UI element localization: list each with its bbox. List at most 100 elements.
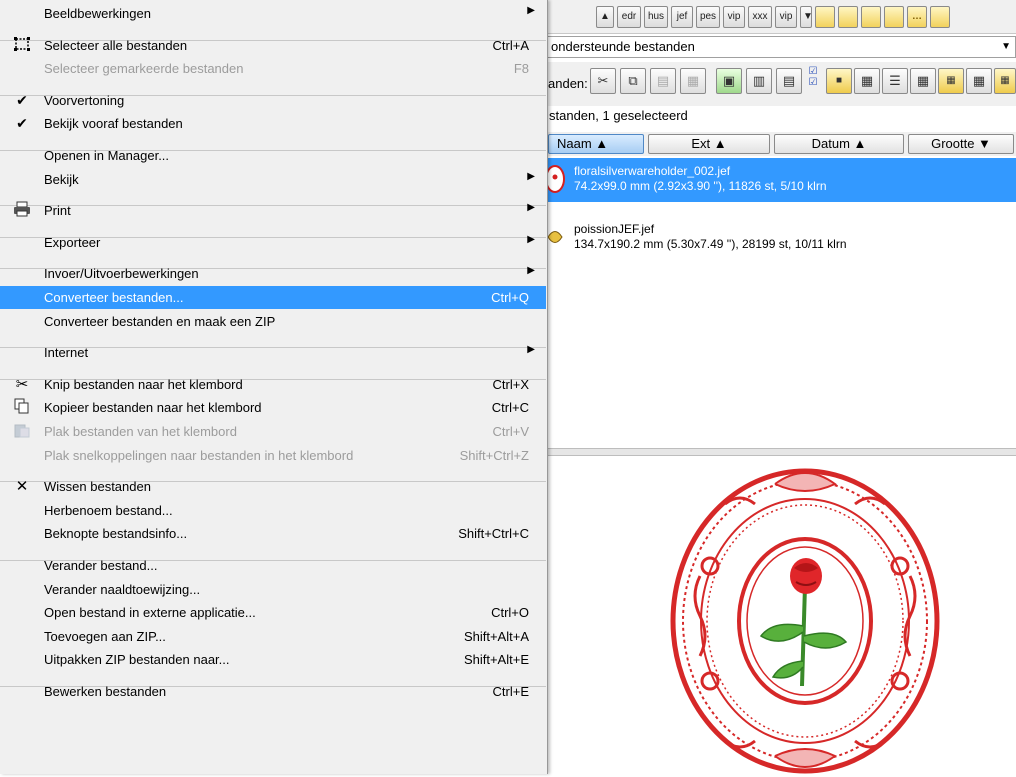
menu-item-voorvertoning[interactable]: ✔ Voorvertoning [0, 89, 546, 112]
file-row[interactable]: floralsilverwareholder_002.jef 74.2x99.0… [540, 158, 1016, 202]
menu-item-uitpakken-zip-bestanden-naar[interactable]: Uitpakken ZIP bestanden naar... Shift+Alt… [0, 648, 546, 671]
file-list: floralsilverwareholder_002.jef 74.2x99.0… [540, 158, 1016, 448]
menu-item-kopieer-bestanden-naar-het-klembord[interactable]: Kopieer bestanden naar het klembord Ctrl+… [0, 396, 546, 419]
format-button[interactable] [930, 6, 950, 28]
menu-item-toevoegen-aan-zip[interactable]: Toevoegen aan ZIP... Shift+Alt+A [0, 625, 546, 648]
menu-item-open-bestand-in-externe-applicatie[interactable]: Open bestand in externe applicatie... Ctr… [0, 601, 546, 624]
copy-icon [12, 398, 32, 417]
menu-item-label: Open bestand in externe applicatie... [44, 605, 256, 621]
submenu-arrow-icon: ▶ [527, 170, 535, 182]
format-button[interactable]: edr [617, 6, 641, 28]
menu-item-shortcut: Ctrl+A [492, 37, 529, 53]
file-info-button[interactable]: ▥ [746, 68, 772, 94]
menu-item-shortcut: Ctrl+C [491, 400, 529, 416]
submenu-arrow-icon: ▶ [527, 202, 535, 214]
file-row[interactable]: poissionJEF.jef 134.7x190.2 mm (5.30x7.4… [540, 216, 1016, 260]
menu-item-label: Bewerken bestanden [44, 684, 167, 699]
menu-item-internet[interactable]: Internet ▶ [0, 341, 546, 364]
format-button[interactable]: hus [644, 6, 668, 28]
submenu-arrow-icon: ▶ [527, 233, 535, 245]
format-button[interactable]: jef [671, 6, 693, 28]
menu-item-exporteer[interactable]: Exporteer ▶ [0, 231, 546, 254]
column-naam[interactable]: Naam ▲ [548, 134, 644, 154]
scissors-icon: ✂ [15, 375, 29, 393]
paste-icon [12, 422, 32, 441]
format-button[interactable] [861, 6, 881, 28]
menu-item-wissen-bestanden[interactable]: ✕ Wissen bestanden [0, 475, 546, 498]
view-large-grid-button[interactable]: ▦ [966, 68, 992, 94]
menu-item-openen-in-manager[interactable]: Openen in Manager... [0, 144, 546, 167]
file-info: 74.2x99.0 mm (2.92x3.90 ''), 11826 st, 5… [574, 179, 827, 193]
menu-item-label: Selecteer gemarkeerde bestanden [44, 61, 244, 77]
paste-button[interactable]: ▤ [650, 68, 676, 94]
menu-item-label: Plak bestanden van het klembord [44, 424, 237, 439]
menu-item-label: Verander naaldtoewijzing... [44, 581, 201, 597]
menu-item-label: Plak snelkoppelingen naar bestanden in h… [44, 447, 354, 463]
menu-item-print[interactable]: Print ▶ [0, 199, 546, 222]
format-button[interactable]: xxx [748, 6, 772, 28]
menu-item-label: Beknopte bestandsinfo... [44, 526, 188, 542]
menu-item-converteer-bestanden[interactable]: Converteer bestanden... Ctrl+Q [0, 286, 546, 309]
column-ext[interactable]: Ext ▲ [648, 134, 770, 154]
format-button[interactable]: vip [775, 6, 797, 28]
menu-item-converteer-bestanden-en-maak-een-zip[interactable]: Converteer bestanden en maak een ZIP [0, 310, 546, 333]
embroidery-preview [540, 456, 1016, 774]
menu-item-shortcut: Shift+Ctrl+C [458, 526, 529, 542]
column-grootte[interactable]: Grootte ▼ [908, 134, 1014, 154]
menu-item-knip-bestanden-naar-het-klembord[interactable]: ✂ Knip bestanden naar het klembord Ctrl+X [0, 373, 546, 396]
menu-item-label: Voorvertoning [44, 92, 125, 108]
checkbox-icon[interactable]: ☑ ☑ [806, 66, 820, 92]
menu-item-herbenoem-bestand[interactable]: Herbenoem bestand... [0, 499, 546, 522]
file-action-toolbar: anden: ✂ ⧉ ▤ ▦ ▣ ▥ ▤ ☑ ☑ ■ ▦ ☰ ▦ ▦ ▦ ▦ [540, 62, 1016, 106]
menu-item-bewerken-bestanden[interactable]: Bewerken bestanden Ctrl+E [0, 680, 546, 703]
view-thumbnail-medium-button[interactable]: ▦ [854, 68, 880, 94]
menu-item-beeldbewerkingen[interactable]: Beeldbewerkingen ▶ [0, 2, 546, 25]
menu-item-label: Exporteer [44, 234, 101, 250]
column-datum[interactable]: Datum ▲ [774, 134, 904, 154]
cut-button[interactable]: ✂ [590, 68, 616, 94]
menu-item-invoer-uitvoerbewerkingen[interactable]: Invoer/Uitvoerbewerkingen ▶ [0, 262, 546, 285]
menu-item-label: Uitpakken ZIP bestanden naar... [44, 652, 230, 668]
menu-item-label: Bekijk [44, 171, 79, 187]
format-button[interactable] [884, 6, 904, 28]
copy-button[interactable]: ⧉ [620, 68, 646, 94]
view-list-button[interactable]: ☰ [882, 68, 908, 94]
menu-item-shortcut: Shift+Ctrl+Z [459, 447, 529, 463]
menu-item-verander-naaldtoewijzing[interactable]: Verander naaldtoewijzing... [0, 578, 546, 601]
menu-item-selecteer-alle-bestanden[interactable]: Selecteer alle bestanden Ctrl+A [0, 34, 546, 57]
context-menu: Beeldbewerkingen ▶ Selecteer alle bestande… [0, 0, 548, 774]
menu-item-label: Converteer bestanden... [44, 290, 184, 305]
view-details-button[interactable]: ▦ [910, 68, 936, 94]
menu-item-label: Converteer bestanden en maak een ZIP [44, 313, 276, 329]
view-extra-large-button[interactable]: ▦ [994, 68, 1016, 94]
menu-item-selecteer-gemarkeerde-bestanden[interactable]: Selecteer gemarkeerde bestanden F8 [0, 57, 546, 80]
format-button[interactable]: … [907, 6, 927, 28]
format-button[interactable]: pes [696, 6, 720, 28]
menu-item-plak-bestanden-van-het-klembord[interactable]: Plak bestanden van het klembord Ctrl+V [0, 420, 546, 443]
menu-item-bekijk[interactable]: Bekijk ▶ [0, 168, 546, 191]
file-type-filter-dropdown[interactable]: ondersteunde bestanden ▼ [540, 36, 1016, 58]
format-button[interactable]: vip [723, 6, 745, 28]
paste-shortcut-button[interactable]: ▦ [680, 68, 706, 94]
file-info: 134.7x190.2 mm (5.30x7.49 ''), 28199 st,… [574, 237, 847, 251]
format-button[interactable]: ▼ [800, 6, 812, 28]
menu-item-shortcut: Ctrl+X [492, 376, 529, 392]
menu-item-plak-snelkoppelingen-naar-bestanden-in-het-klembord[interactable]: Plak snelkoppelingen naar bestanden in h… [0, 444, 546, 467]
preview-splitter[interactable] [540, 448, 1016, 456]
format-button[interactable]: ▲ [596, 6, 614, 28]
view-files-button[interactable]: ▤ [776, 68, 802, 94]
format-button[interactable] [815, 6, 835, 28]
menu-item-bekijk-vooraf-bestanden[interactable]: ✔ Bekijk vooraf bestanden [0, 112, 546, 135]
format-toolbar: ▲ edr hus jef pes vip xxx vip ▼… [540, 0, 1016, 34]
open-in-manager-button[interactable]: ▣ [716, 68, 742, 94]
menu-item-label: Openen in Manager... [44, 148, 170, 163]
menu-item-beknopte-bestandsinfo[interactable]: Beknopte bestandsinfo... Shift+Ctrl+C [0, 522, 546, 545]
file-name: poissionJEF.jef [574, 222, 655, 236]
format-button[interactable] [838, 6, 858, 28]
submenu-arrow-icon: ▶ [527, 5, 535, 16]
menu-item-verander-bestand[interactable]: Verander bestand... [0, 554, 546, 577]
chevron-down-icon[interactable]: ▼ [1001, 37, 1011, 57]
view-thumbnail-small-button[interactable]: ■ [826, 68, 852, 94]
menu-item-shortcut: Ctrl+Q [491, 290, 529, 305]
view-grid-button[interactable]: ▦ [938, 68, 964, 94]
